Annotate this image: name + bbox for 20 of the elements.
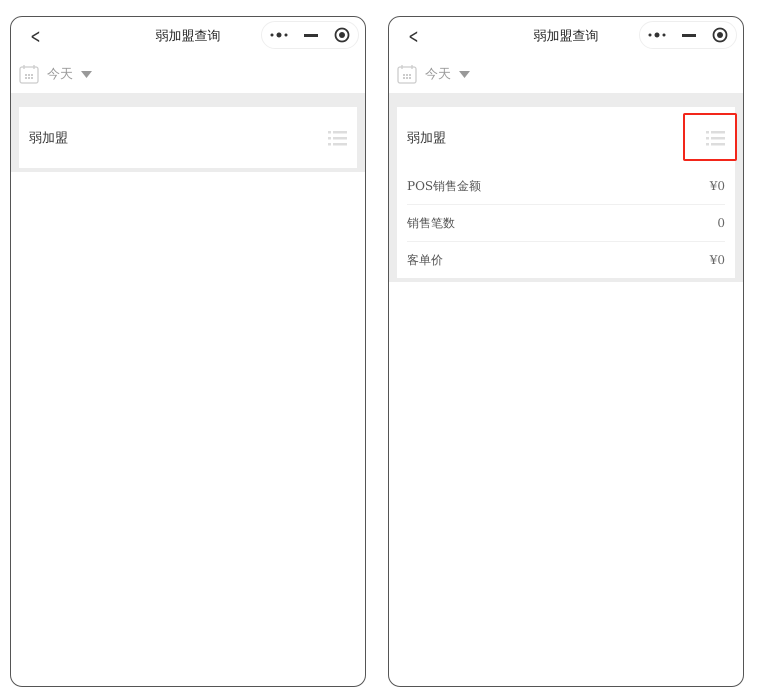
- minimize-icon[interactable]: [304, 34, 318, 36]
- calendar-icon: [397, 64, 417, 84]
- more-icon[interactable]: [270, 32, 288, 38]
- dropdown-caret-icon[interactable]: [459, 70, 470, 78]
- minimize-icon[interactable]: [682, 34, 696, 36]
- metric-value: 0: [717, 216, 725, 230]
- dropdown-caret-icon[interactable]: [81, 70, 92, 78]
- page-title: 弱加盟查询: [156, 28, 220, 45]
- back-button[interactable]: <: [408, 24, 418, 48]
- card-title: 弱加盟: [407, 130, 446, 146]
- metric-value: ¥0: [710, 253, 725, 267]
- back-button[interactable]: <: [30, 24, 40, 48]
- calendar-icon: [19, 64, 39, 84]
- page-title: 弱加盟查询: [534, 28, 598, 45]
- metric-label: POS销售金额: [407, 178, 482, 194]
- metric-label: 客单价: [407, 252, 443, 268]
- more-icon[interactable]: [648, 32, 666, 38]
- metric-label: 销售笔数: [407, 214, 455, 232]
- card-title: 弱加盟: [29, 130, 68, 146]
- metric-value: ¥0: [710, 179, 725, 193]
